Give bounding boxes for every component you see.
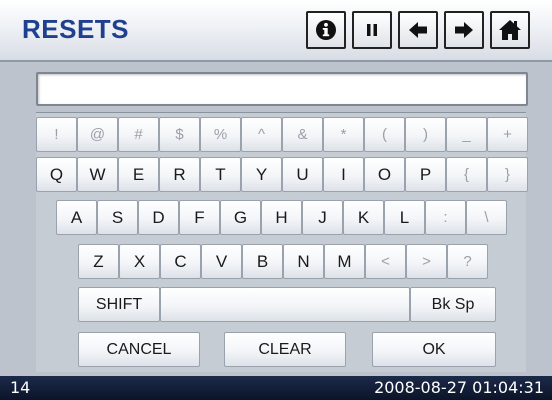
key-row2-11[interactable]: } <box>487 157 528 192</box>
status-datetime: 2008-08-27 01:04:31 <box>374 378 544 397</box>
forward-button[interactable] <box>444 11 484 49</box>
key-row4-9[interactable]: ? <box>447 244 488 279</box>
key-row4-5[interactable]: N <box>283 244 324 279</box>
ok-button[interactable]: OK <box>372 332 496 367</box>
key-row2-8[interactable]: O <box>364 157 405 192</box>
key-row4-2[interactable]: C <box>160 244 201 279</box>
key-row1-2[interactable]: # <box>118 117 159 152</box>
clear-button[interactable]: CLEAR <box>224 332 346 367</box>
key-row1-8[interactable]: ( <box>364 117 405 152</box>
text-input-display[interactable] <box>36 72 528 106</box>
key-row3-10[interactable]: \ <box>466 200 507 235</box>
key-row1-3[interactable]: $ <box>159 117 200 152</box>
info-button[interactable] <box>306 11 346 49</box>
pause-button[interactable] <box>352 11 392 49</box>
home-button[interactable] <box>490 11 530 49</box>
space-key[interactable] <box>160 287 410 322</box>
key-row3-7[interactable]: K <box>343 200 384 235</box>
key-row4-6[interactable]: M <box>324 244 365 279</box>
status-number: 14 <box>10 378 31 397</box>
page-title: RESETS <box>22 14 130 44</box>
key-row1-11[interactable]: + <box>487 117 528 152</box>
key-row1-1[interactable]: @ <box>77 117 118 152</box>
key-row2-1[interactable]: W <box>77 157 118 192</box>
info-icon <box>315 19 337 41</box>
key-row4-3[interactable]: V <box>201 244 242 279</box>
key-row1-9[interactable]: ) <box>405 117 446 152</box>
key-row2-10[interactable]: { <box>446 157 487 192</box>
cancel-button[interactable]: CANCEL <box>78 332 200 367</box>
key-row3-5[interactable]: H <box>261 200 302 235</box>
key-row3-3[interactable]: F <box>179 200 220 235</box>
key-row3-0[interactable]: A <box>56 200 97 235</box>
key-row3-1[interactable]: S <box>97 200 138 235</box>
key-row2-5[interactable]: Y <box>241 157 282 192</box>
key-row2-2[interactable]: E <box>118 157 159 192</box>
key-row2-9[interactable]: P <box>405 157 446 192</box>
on-screen-keyboard: ! @ # $% ^ & *() _ + Q W E R T Y U I O P{} A S D F G H J K L: \ ZX… <box>36 112 528 372</box>
key-row3-2[interactable]: D <box>138 200 179 235</box>
key-row2-7[interactable]: I <box>323 157 364 192</box>
key-row2-3[interactable]: R <box>159 157 200 192</box>
key-row1-6[interactable]: & <box>282 117 323 152</box>
key-row2-4[interactable]: T <box>200 157 241 192</box>
key-row3-4[interactable]: G <box>220 200 261 235</box>
key-row4-0[interactable]: Z <box>78 244 119 279</box>
key-row1-4[interactable]: % <box>200 117 241 152</box>
key-row3-9[interactable]: : <box>425 200 466 235</box>
backspace-key[interactable]: Bk Sp <box>410 287 496 322</box>
back-button[interactable] <box>398 11 438 49</box>
arrow-right-icon <box>454 21 474 39</box>
key-row4-8[interactable]: > <box>406 244 447 279</box>
status-bar: 14 2008-08-27 01:04:31 <box>0 376 552 400</box>
key-row2-0[interactable]: Q <box>36 157 77 192</box>
key-row1-7[interactable]: * <box>323 117 364 152</box>
key-row1-10[interactable]: _ <box>446 117 487 152</box>
key-row4-4[interactable]: B <box>242 244 283 279</box>
keyboard-screen: RESETS ! @ # $ % ^ & * () _ + Q W E R T… <box>0 0 552 400</box>
key-row2-6[interactable]: U <box>282 157 323 192</box>
pause-icon <box>365 22 379 38</box>
key-row1-5[interactable]: ^ <box>241 117 282 152</box>
home-icon <box>498 19 522 41</box>
key-row4-1[interactable]: X <box>119 244 160 279</box>
key-row3-6[interactable]: J <box>302 200 343 235</box>
key-row3-8[interactable]: L <box>384 200 425 235</box>
key-row4-7[interactable]: < <box>365 244 406 279</box>
header-bar: RESETS <box>0 0 552 62</box>
shift-key[interactable]: SHIFT <box>78 287 160 322</box>
key-row1-0[interactable]: ! <box>36 117 77 152</box>
arrow-left-icon <box>408 21 428 39</box>
